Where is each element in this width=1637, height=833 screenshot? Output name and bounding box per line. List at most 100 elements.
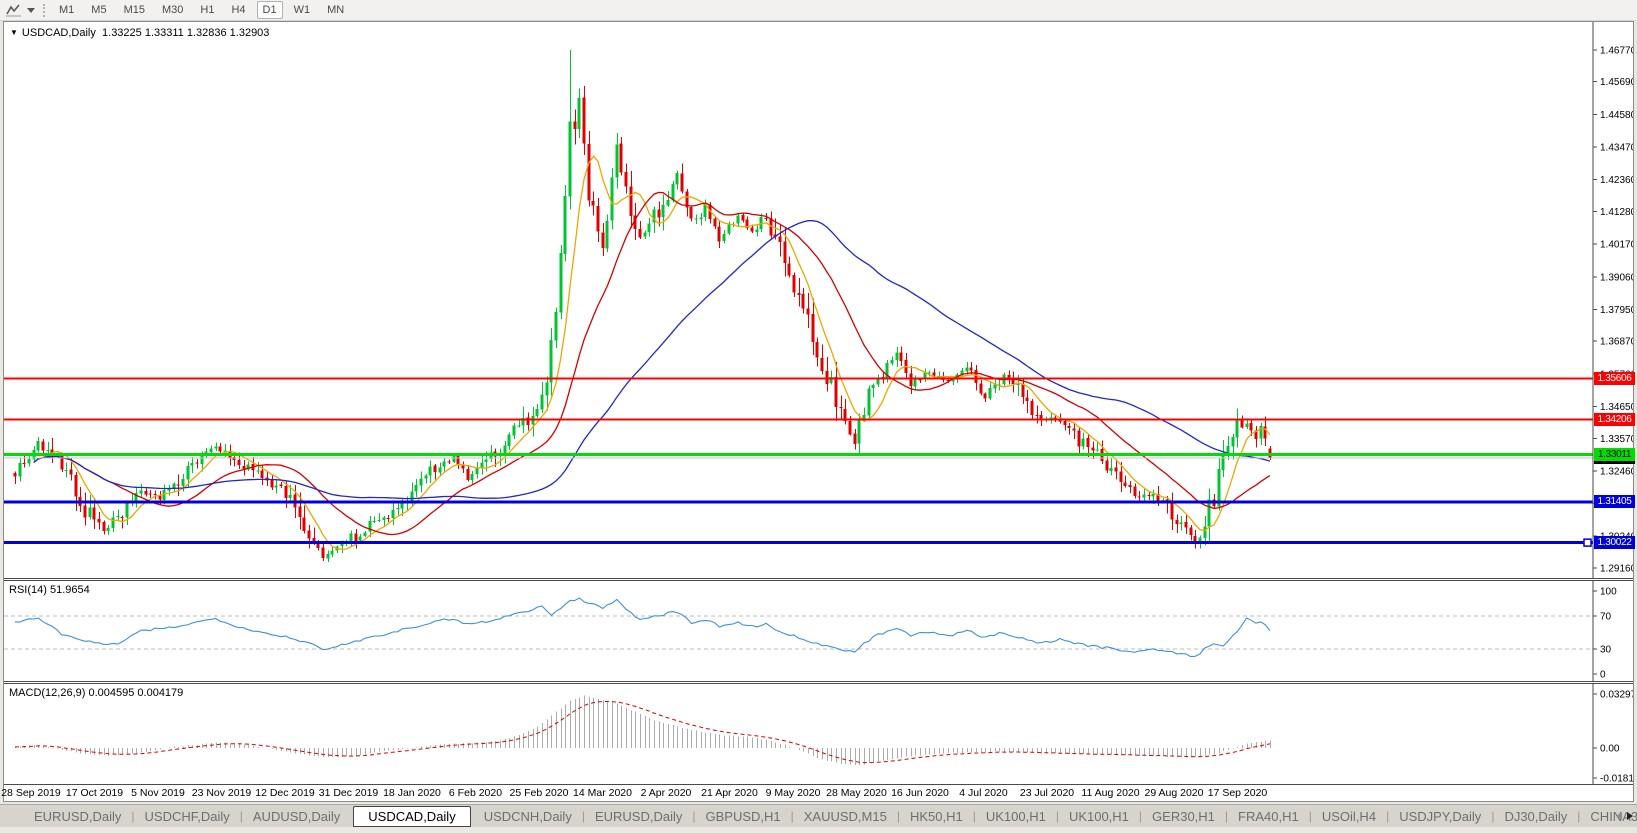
price-tick: 1.29160 <box>1600 563 1633 574</box>
chart-window: ▼ USDCAD,Daily 1.33225 1.33311 1.32836 1.… <box>1 21 1635 802</box>
price-tick: 1.42360 <box>1600 175 1633 186</box>
rsi-label: RSI(14) 51.9654 <box>9 584 90 596</box>
chart-tab-gbpusd-h1[interactable]: GBPUSD,H1 <box>695 807 790 826</box>
timeframe-button-m5[interactable]: M5 <box>85 1 112 19</box>
date-label: 23 Nov 2019 <box>191 787 252 799</box>
date-label: 2 Apr 2020 <box>640 787 692 799</box>
timeframe-button-mn[interactable]: MN <box>321 1 350 19</box>
date-label: 29 Aug 2020 <box>1144 787 1204 799</box>
date-axis[interactable]: 28 Sep 2019 17 Oct 2019 5 Nov 2019 23 Nov 2… <box>1 785 1633 801</box>
rsi-tick: 70 <box>1600 611 1612 622</box>
macd-tick: -0.01815 <box>1600 774 1633 785</box>
chart-tool-dropdown-icon[interactable] <box>27 7 35 13</box>
chart-tool-icon[interactable] <box>5 3 23 17</box>
date-label: 5 Nov 2019 <box>131 787 185 799</box>
rsi-line <box>14 597 1271 658</box>
timeframe-button-m30[interactable]: M30 <box>156 1 189 19</box>
ma-21-line <box>33 191 1271 536</box>
date-label: 16 Jun 2020 <box>891 787 949 799</box>
price-tick: 1.45690 <box>1600 77 1633 88</box>
chart-tab-bar: EURUSD,Daily | USDCHF,Daily | AUDUSD,Daily US… <box>0 804 1637 827</box>
date-label: 23 Jul 2020 <box>1019 787 1075 799</box>
status-bar <box>0 827 1637 833</box>
chart-title[interactable]: ▼ USDCAD,Daily 1.33225 1.33311 1.32836 1.… <box>10 27 269 39</box>
date-label: 12 Dec 2019 <box>255 787 315 799</box>
rsi-tick: 100 <box>1600 587 1617 598</box>
tabs-scroll-left-icon[interactable] <box>1616 812 1622 820</box>
chart-dropdown-icon[interactable]: ▼ <box>10 28 18 37</box>
chart-tab-usdchf-daily[interactable]: USDCHF,Daily <box>135 807 240 826</box>
macd-pane[interactable]: MACD(12,26,9) 0.004595 0.004179 0.032972… <box>4 683 1633 785</box>
price-tick: 1.32460 <box>1600 466 1633 477</box>
chart-tab-audusd-daily[interactable]: AUDUSD,Daily <box>243 807 350 826</box>
date-label: 4 Jul 2020 <box>959 787 1008 799</box>
chart-tab-usdcnh-daily[interactable]: USDCNH,Daily <box>474 807 582 826</box>
chart-tab-dj30-daily[interactable]: DJ30,Daily <box>1494 807 1577 826</box>
price-tick: 1.34650 <box>1600 402 1633 413</box>
date-label: 28 Sep 2019 <box>1 787 61 799</box>
macd-label: MACD(12,26,9) 0.004595 0.004179 <box>9 687 184 699</box>
price-tick: 1.44580 <box>1600 110 1633 121</box>
macd-tick: 0.032972 <box>1600 690 1633 701</box>
chart-tab-usoil-h4[interactable]: USOil,H4 <box>1312 807 1386 826</box>
macd-canvas[interactable]: 0.032972 0.00 -0.01815 <box>4 684 1633 784</box>
price-tick: 1.46770 <box>1600 45 1633 56</box>
price-tick: 1.36870 <box>1600 337 1633 348</box>
chart-tab-uk100-h1[interactable]: UK100,H1 <box>1059 807 1139 826</box>
date-label: 17 Oct 2019 <box>65 787 124 799</box>
price-tick: 1.43470 <box>1600 143 1633 154</box>
price-tick: 1.33570 <box>1600 434 1633 445</box>
chart-ohlc-values: 1.33225 1.33311 1.32836 1.32903 <box>102 27 270 39</box>
date-label: 25 Feb 2020 <box>509 787 569 799</box>
rsi-tick: 30 <box>1600 645 1612 656</box>
timeframe-toolbar: M1 M5 M15 M30 H1 H4 D1 W1 MN <box>0 0 1637 21</box>
price-tag-1.31405[interactable]: 1.31405 <box>1594 495 1635 509</box>
ma-56-line <box>33 220 1271 500</box>
timeframe-button-w1[interactable]: W1 <box>288 1 317 19</box>
price-tick: 1.39060 <box>1600 272 1633 283</box>
tabs-scroll-right-icon[interactable] <box>1627 812 1633 820</box>
price-tag-1.33011[interactable]: 1.33011 <box>1594 448 1635 462</box>
price-tag-1.35606[interactable]: 1.35606 <box>1594 371 1635 385</box>
rsi-pane[interactable]: RSI(14) 51.9654 100 70 30 0 <box>4 580 1633 682</box>
date-label: 21 Apr 2020 <box>701 787 758 799</box>
tabs-scroll-controls <box>1616 806 1633 826</box>
chart-tab-eurusd-daily[interactable]: EURUSD,Daily <box>585 807 692 826</box>
price-tick: 1.37950 <box>1600 305 1633 316</box>
date-label: 18 Jan 2020 <box>383 787 441 799</box>
date-label: 28 May 2020 <box>826 787 887 799</box>
rsi-tick: 0 <box>1600 670 1606 681</box>
rsi-canvas[interactable]: 100 70 30 0 <box>4 581 1633 681</box>
chart-tab-xauusd-m15[interactable]: XAUUSD,M15 <box>794 807 897 826</box>
main-price-pane[interactable]: ▼ USDCAD,Daily 1.33225 1.33311 1.32836 1.… <box>4 22 1635 579</box>
price-tick: 1.41280 <box>1600 207 1633 218</box>
chart-symbol-label: USDCAD,Daily <box>21 27 96 39</box>
chart-tab-hk50-h1[interactable]: HK50,H1 <box>900 807 973 826</box>
chart-tab-eurusd-daily[interactable]: EURUSD,Daily <box>24 807 131 826</box>
ma-7-line <box>33 155 1271 550</box>
timeframe-button-m15[interactable]: M15 <box>118 1 151 19</box>
date-label: 11 Aug 2020 <box>1081 787 1140 799</box>
timeframe-button-m1[interactable]: M1 <box>53 1 80 19</box>
chart-tab-uk100-h1[interactable]: UK100,H1 <box>976 807 1056 826</box>
date-label: 17 Sep 2020 <box>1207 787 1268 799</box>
price-chart-canvas[interactable]: 1.46770 1.45690 1.44580 1.43470 1.42360 1.412… <box>4 22 1633 578</box>
date-label: 14 Mar 2020 <box>573 787 632 799</box>
chart-tab-usdcad-daily[interactable]: USDCAD,Daily <box>353 805 471 827</box>
price-tick: 1.40170 <box>1600 240 1633 251</box>
timeframe-button-h1[interactable]: H1 <box>194 1 220 19</box>
chart-tab-fra40-h1[interactable]: FRA40,H1 <box>1228 807 1309 826</box>
date-label: 31 Dec 2019 <box>318 787 379 799</box>
price-tag-1.30022[interactable]: 1.30022 <box>1594 536 1635 550</box>
timeframe-button-h4[interactable]: H4 <box>225 1 251 19</box>
toolbar-grip-icon[interactable] <box>43 3 45 17</box>
date-label: 6 Feb 2020 <box>448 787 503 799</box>
chart-tab-ger30-h1[interactable]: GER30,H1 <box>1142 807 1225 826</box>
chart-tab-usdjpy-daily[interactable]: USDJPY,Daily <box>1389 807 1491 826</box>
hline-endpoint-marker <box>1583 538 1592 547</box>
timeframe-button-d1[interactable]: D1 <box>256 1 283 19</box>
macd-signal-line <box>14 701 1270 764</box>
macd-tick: 0.00 <box>1600 744 1620 755</box>
price-tag-1.34206[interactable]: 1.34206 <box>1594 413 1635 427</box>
date-label: 9 May 2020 <box>765 787 821 799</box>
